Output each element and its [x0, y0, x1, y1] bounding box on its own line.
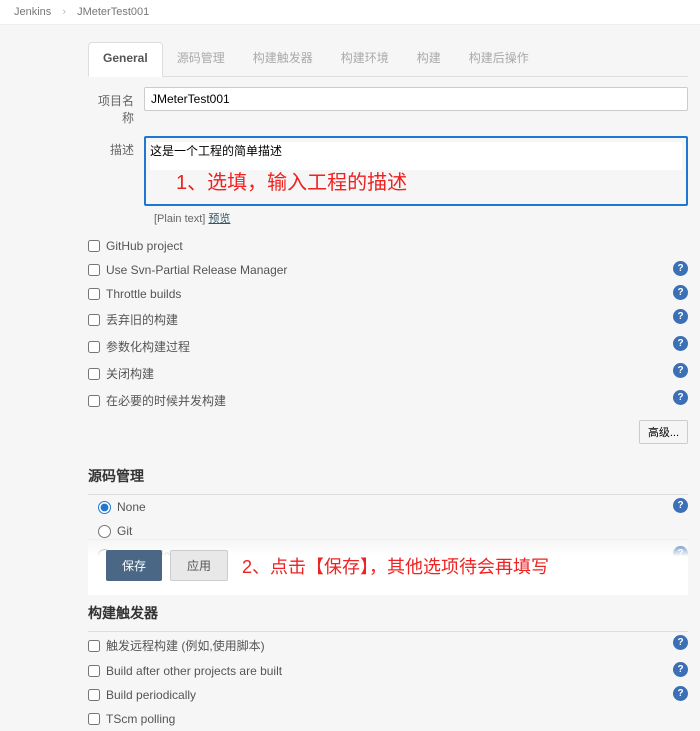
tab-postbuild[interactable]: 构建后操作: [455, 41, 543, 76]
help-icon[interactable]: ?: [673, 635, 688, 650]
radio-scm-git[interactable]: [98, 525, 111, 538]
label-description: 描述: [88, 136, 144, 158]
label-throttle: Throttle builds: [106, 287, 181, 301]
label-discard-old: 丢弃旧的构建: [106, 311, 178, 328]
tab-general[interactable]: General: [88, 42, 163, 77]
label-trigger-after-other: Build after other projects are built: [106, 664, 282, 678]
tab-env[interactable]: 构建环境: [327, 41, 403, 76]
project-name-input[interactable]: [144, 87, 688, 111]
help-icon[interactable]: ?: [673, 686, 688, 701]
help-icon[interactable]: ?: [673, 285, 688, 300]
footer-bar: 保存 应用 2、点击【保存】，其他选项待会再填写: [88, 539, 688, 595]
section-heading-triggers: 构建触发器: [88, 595, 688, 632]
help-icon[interactable]: ?: [673, 336, 688, 351]
breadcrumb-separator: ›: [62, 6, 66, 18]
advanced-button[interactable]: 高级...: [639, 420, 688, 444]
label-trigger-remote: 触发远程构建 (例如,使用脚本): [106, 637, 265, 654]
check-close-build[interactable]: [88, 368, 100, 380]
help-icon[interactable]: ?: [673, 261, 688, 276]
breadcrumb: Jenkins › JMeterTest001: [0, 0, 700, 25]
apply-button[interactable]: 应用: [170, 550, 228, 581]
check-throttle[interactable]: [88, 288, 100, 300]
help-icon[interactable]: ?: [673, 390, 688, 405]
check-svn-partial[interactable]: [88, 264, 100, 276]
breadcrumb-root[interactable]: Jenkins: [14, 6, 51, 18]
config-tabs: General 源码管理 构建触发器 构建环境 构建 构建后操作: [88, 41, 688, 77]
label-github-project: GitHub project: [106, 239, 183, 253]
breadcrumb-item[interactable]: JMeterTest001: [77, 6, 149, 18]
help-icon[interactable]: ?: [673, 363, 688, 378]
help-icon[interactable]: ?: [673, 498, 688, 513]
radio-scm-none[interactable]: [98, 501, 111, 514]
section-heading-scm: 源码管理: [88, 458, 688, 495]
label-svn-partial: Use Svn-Partial Release Manager: [106, 263, 287, 277]
save-button[interactable]: 保存: [106, 550, 162, 581]
annotation-2: 2、点击【保存】，其他选项待会再填写: [242, 553, 549, 579]
label-trigger-cutoff: TScm polling: [106, 712, 175, 726]
label-param-build: 参数化构建过程: [106, 338, 190, 355]
label-project-name: 项目名称: [88, 87, 144, 126]
preview-link[interactable]: 预览: [208, 213, 230, 225]
label-close-build: 关闭构建: [106, 365, 154, 382]
annotation-1: 1、选填，输入工程的描述: [176, 166, 407, 195]
help-icon[interactable]: ?: [673, 309, 688, 324]
label-scm-none: None: [117, 500, 146, 514]
check-discard-old[interactable]: [88, 314, 100, 326]
check-trigger-cutoff[interactable]: [88, 713, 100, 725]
description-hint: [Plain text] 预览: [154, 206, 688, 234]
check-concurrent[interactable]: [88, 395, 100, 407]
check-trigger-remote[interactable]: [88, 640, 100, 652]
label-concurrent: 在必要的时候并发构建: [106, 392, 226, 409]
label-trigger-periodic: Build periodically: [106, 688, 196, 702]
help-icon[interactable]: ?: [673, 662, 688, 677]
check-trigger-after-other[interactable]: [88, 665, 100, 677]
check-trigger-periodic[interactable]: [88, 689, 100, 701]
check-param-build[interactable]: [88, 341, 100, 353]
tab-build[interactable]: 构建: [403, 41, 455, 76]
tab-scm[interactable]: 源码管理: [163, 41, 239, 76]
tab-triggers[interactable]: 构建触发器: [239, 41, 327, 76]
check-github-project[interactable]: [88, 240, 100, 252]
label-scm-git: Git: [117, 524, 132, 538]
